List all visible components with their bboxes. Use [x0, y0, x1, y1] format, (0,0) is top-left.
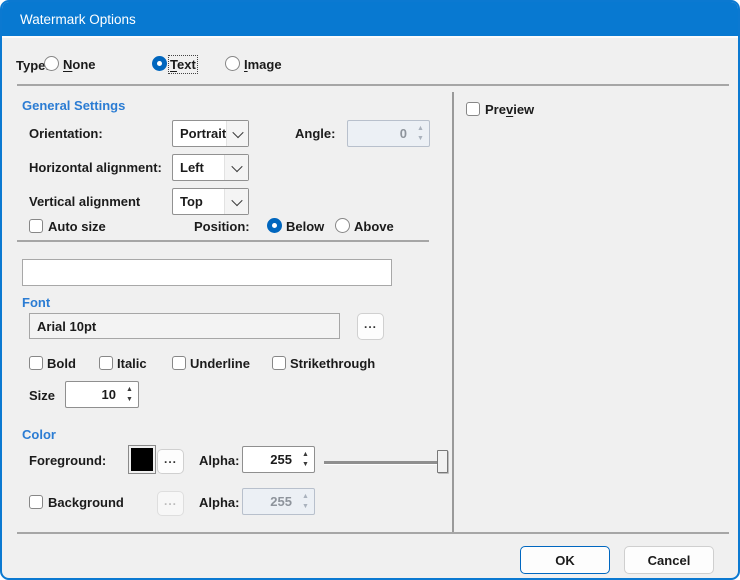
general-settings-heading: General Settings	[22, 98, 125, 113]
size-label: Size	[29, 388, 55, 403]
radio-below-label[interactable]: Below	[286, 219, 324, 234]
foreground-alpha-slider[interactable]	[324, 449, 448, 475]
watermark-options-dialog: Watermark Options Type: None Text Image …	[0, 0, 740, 580]
footer-separator	[17, 532, 729, 534]
foreground-alpha-label: Alpha:	[199, 453, 239, 468]
spin-down-icon[interactable]: ▼	[126, 396, 133, 403]
foreground-browse-button[interactable]: ...	[157, 449, 184, 474]
spin-down-icon: ▼	[302, 503, 309, 510]
chevron-down-icon	[224, 189, 248, 214]
bold-checkbox[interactable]	[29, 356, 43, 370]
underline-checkbox[interactable]	[172, 356, 186, 370]
horizontal-alignment-value: Left	[173, 160, 224, 175]
radio-below[interactable]	[267, 218, 282, 233]
italic-label[interactable]: Italic	[117, 356, 147, 371]
size-value: 10	[66, 387, 121, 402]
foreground-color-swatch	[128, 445, 156, 474]
spin-up-icon[interactable]: ▲	[302, 451, 309, 458]
strikethrough-label[interactable]: Strikethrough	[290, 356, 375, 371]
font-heading: Font	[22, 295, 50, 310]
italic-checkbox[interactable]	[99, 356, 113, 370]
radio-none-label[interactable]: None	[63, 57, 96, 72]
background-browse-button: ...	[157, 491, 184, 516]
foreground-label: Foreground:	[29, 453, 106, 468]
slider-thumb[interactable]	[437, 450, 448, 473]
chevron-down-icon	[224, 155, 248, 180]
background-alpha-spinner: 255 ▲ ▼	[242, 488, 315, 515]
spin-down-icon: ▼	[417, 135, 424, 142]
position-label: Position:	[194, 219, 250, 234]
vertical-alignment-select[interactable]: Top	[172, 188, 249, 215]
radio-image[interactable]	[225, 56, 240, 71]
background-alpha-value: 255	[243, 494, 297, 509]
vertical-alignment-label: Vertical alignment	[29, 194, 140, 209]
chevron-down-icon	[226, 121, 248, 146]
title-bar: Watermark Options	[2, 2, 738, 38]
angle-value: 0	[348, 126, 412, 141]
type-separator	[17, 84, 729, 86]
slider-track[interactable]	[324, 461, 448, 465]
preview-checkbox[interactable]	[466, 102, 480, 116]
angle-spinner: 0 ▲ ▼	[347, 120, 430, 147]
radio-above[interactable]	[335, 218, 350, 233]
preview-label[interactable]: Preview	[485, 102, 534, 117]
angle-label: Angle:	[295, 126, 335, 141]
orientation-label: Orientation:	[29, 126, 103, 141]
strikethrough-checkbox[interactable]	[272, 356, 286, 370]
background-alpha-label: Alpha:	[199, 495, 239, 510]
auto-size-label[interactable]: Auto size	[48, 219, 106, 234]
radio-none[interactable]	[44, 56, 59, 71]
vertical-alignment-value: Top	[173, 194, 224, 209]
horizontal-alignment-label: Horizontal alignment:	[29, 160, 162, 175]
font-browse-button[interactable]: ...	[357, 313, 384, 340]
background-label[interactable]: Background	[48, 495, 124, 510]
panel-divider	[452, 92, 454, 532]
underline-label[interactable]: Underline	[190, 356, 250, 371]
orientation-value: Portrait	[173, 126, 226, 141]
radio-text-label[interactable]: Text	[170, 57, 196, 72]
foreground-alpha-value: 255	[243, 452, 297, 467]
bold-label[interactable]: Bold	[47, 356, 76, 371]
color-heading: Color	[22, 427, 56, 442]
size-spinner[interactable]: 10 ▲ ▼	[65, 381, 139, 408]
radio-text[interactable]	[152, 56, 167, 71]
radio-image-label[interactable]: Image	[244, 57, 282, 72]
dialog-title: Watermark Options	[20, 12, 136, 27]
radio-above-label[interactable]: Above	[354, 219, 394, 234]
font-value: Arial 10pt	[30, 319, 96, 334]
font-field: Arial 10pt	[29, 313, 340, 339]
horizontal-alignment-select[interactable]: Left	[172, 154, 249, 181]
ok-button[interactable]: OK	[520, 546, 610, 574]
spin-down-icon[interactable]: ▼	[302, 461, 309, 468]
background-checkbox[interactable]	[29, 495, 43, 509]
spin-up-icon[interactable]: ▲	[126, 386, 133, 393]
foreground-alpha-spinner[interactable]: 255 ▲ ▼	[242, 446, 315, 473]
spin-up-icon: ▲	[302, 493, 309, 500]
spin-up-icon: ▲	[417, 125, 424, 132]
orientation-select[interactable]: Portrait	[172, 120, 249, 147]
auto-size-checkbox[interactable]	[29, 219, 43, 233]
cancel-button[interactable]: Cancel	[624, 546, 714, 574]
watermark-text-input[interactable]	[22, 259, 392, 286]
general-separator	[17, 240, 429, 242]
